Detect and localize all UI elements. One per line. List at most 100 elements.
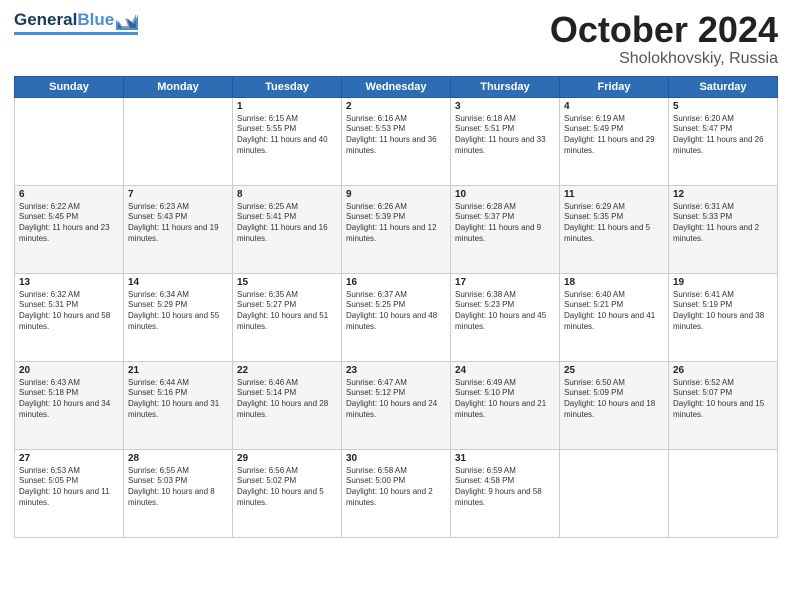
daylight-text: Daylight: 11 hours and 23 minutes. xyxy=(19,223,119,245)
daylight-text: Daylight: 11 hours and 29 minutes. xyxy=(564,135,664,157)
table-row xyxy=(15,97,124,185)
day-number: 24 xyxy=(455,365,555,376)
day-number: 7 xyxy=(128,189,228,200)
daylight-text: Daylight: 11 hours and 26 minutes. xyxy=(673,135,773,157)
table-row: 10Sunrise: 6:28 AMSunset: 5:37 PMDayligh… xyxy=(451,185,560,273)
col-tuesday: Tuesday xyxy=(233,76,342,97)
sunset-text: Sunset: 5:23 PM xyxy=(455,300,555,311)
daylight-text: Daylight: 11 hours and 16 minutes. xyxy=(237,223,337,245)
day-number: 27 xyxy=(19,453,119,464)
sunrise-text: Sunrise: 6:16 AM xyxy=(346,114,446,125)
day-info: Sunrise: 6:55 AMSunset: 5:03 PMDaylight:… xyxy=(128,466,228,509)
day-number: 10 xyxy=(455,189,555,200)
sunset-text: Sunset: 5:18 PM xyxy=(19,388,119,399)
day-info: Sunrise: 6:25 AMSunset: 5:41 PMDaylight:… xyxy=(237,202,337,245)
col-friday: Friday xyxy=(560,76,669,97)
table-row: 21Sunrise: 6:44 AMSunset: 5:16 PMDayligh… xyxy=(124,361,233,449)
sunrise-text: Sunrise: 6:40 AM xyxy=(564,290,664,301)
sunrise-text: Sunrise: 6:52 AM xyxy=(673,378,773,389)
day-number: 13 xyxy=(19,277,119,288)
day-number: 29 xyxy=(237,453,337,464)
day-number: 16 xyxy=(346,277,446,288)
sunset-text: Sunset: 5:00 PM xyxy=(346,476,446,487)
day-info: Sunrise: 6:37 AMSunset: 5:25 PMDaylight:… xyxy=(346,290,446,333)
sunset-text: Sunset: 5:49 PM xyxy=(564,124,664,135)
calendar-body: 1 Sunrise: 6:15 AMSunset: 5:55 PM Daylight… xyxy=(15,97,778,537)
day-info: Sunrise: 6:22 AMSunset: 5:45 PMDaylight:… xyxy=(19,202,119,245)
daylight-text: Daylight: 11 hours and 5 minutes. xyxy=(564,223,664,245)
sunrise-text: Sunrise: 6:38 AM xyxy=(455,290,555,301)
day-number: 2 xyxy=(346,101,446,112)
day-info: Sunrise: 6:20 AMSunset: 5:47 PMDaylight:… xyxy=(673,114,773,157)
sunset-text: Sunset: 5:10 PM xyxy=(455,388,555,399)
table-row: 5 Sunrise: 6:20 AMSunset: 5:47 PMDaylight… xyxy=(669,97,778,185)
header: General Blue October 2024 Sholokhovskiy,… xyxy=(14,10,778,68)
table-row xyxy=(560,449,669,537)
logo: General Blue xyxy=(14,10,138,35)
table-row: 15Sunrise: 6:35 AMSunset: 5:27 PMDayligh… xyxy=(233,273,342,361)
table-row: 4Sunrise: 6:19 AMSunset: 5:49 PMDaylight… xyxy=(560,97,669,185)
sunset-text: Sunset: 5:43 PM xyxy=(128,212,228,223)
sunset-text: Sunset: 5:21 PM xyxy=(564,300,664,311)
day-info: Sunrise: 6:56 AMSunset: 5:02 PMDaylight:… xyxy=(237,466,337,509)
table-row: 25Sunrise: 6:50 AMSunset: 5:09 PMDayligh… xyxy=(560,361,669,449)
table-row: 2 Sunrise: 6:16 AMSunset: 5:53 PMDaylight… xyxy=(342,97,451,185)
day-info: Sunrise: 6:38 AMSunset: 5:23 PMDaylight:… xyxy=(455,290,555,333)
sunset-text: Sunset: 5:19 PM xyxy=(673,300,773,311)
calendar-header: Sunday Monday Tuesday Wednesday Thursday… xyxy=(15,76,778,97)
day-info: Sunrise: 6:46 AMSunset: 5:14 PMDaylight:… xyxy=(237,378,337,421)
logo-icon xyxy=(116,10,138,30)
daylight-text: Daylight: 10 hours and 15 minutes. xyxy=(673,399,773,421)
day-number: 23 xyxy=(346,365,446,376)
sunset-text: Sunset: 5:47 PM xyxy=(673,124,773,135)
sunset-text: Sunset: 5:25 PM xyxy=(346,300,446,311)
sunset-text: Sunset: 5:07 PM xyxy=(673,388,773,399)
sunrise-text: Sunrise: 6:32 AM xyxy=(19,290,119,301)
sunrise-text: Sunrise: 6:55 AM xyxy=(128,466,228,477)
daylight-text: Daylight: 10 hours and 2 minutes. xyxy=(346,487,446,509)
calendar-week-4: 20 Sunrise: 6:43 AMSunset: 5:18 PMDayligh… xyxy=(15,361,778,449)
day-info: Sunrise: 6:49 AMSunset: 5:10 PMDaylight:… xyxy=(455,378,555,421)
day-number: 20 xyxy=(19,365,119,376)
sunrise-text: Sunrise: 6:25 AM xyxy=(237,202,337,213)
table-row: 29 Sunrise: 6:56 AMSunset: 5:02 PMDayligh… xyxy=(233,449,342,537)
day-info: Sunrise: 6:16 AMSunset: 5:53 PMDaylight:… xyxy=(346,114,446,157)
day-number: 1 xyxy=(237,101,337,112)
table-row: 30Sunrise: 6:58 AMSunset: 5:00 PMDayligh… xyxy=(342,449,451,537)
day-number: 5 xyxy=(673,101,773,112)
calendar-week-1: 1 Sunrise: 6:15 AMSunset: 5:55 PM Daylight… xyxy=(15,97,778,185)
table-row: 16 Sunrise: 6:37 AMSunset: 5:25 PMDayligh… xyxy=(342,273,451,361)
sunrise-text: Sunrise: 6:41 AM xyxy=(673,290,773,301)
daylight-text: Daylight: 10 hours and 5 minutes. xyxy=(237,487,337,509)
day-number: 21 xyxy=(128,365,228,376)
day-info: Sunrise: 6:34 AMSunset: 5:29 PMDaylight:… xyxy=(128,290,228,333)
table-row: 23 Sunrise: 6:47 AMSunset: 5:12 PMDayligh… xyxy=(342,361,451,449)
day-info: Sunrise: 6:29 AMSunset: 5:35 PMDaylight:… xyxy=(564,202,664,245)
daylight-text: Daylight: 11 hours and 19 minutes. xyxy=(128,223,228,245)
table-row: 7Sunrise: 6:23 AMSunset: 5:43 PMDaylight… xyxy=(124,185,233,273)
sunset-text: Sunset: 5:55 PM xyxy=(237,124,337,135)
sunrise-text: Sunrise: 6:34 AM xyxy=(128,290,228,301)
table-row: 26Sunrise: 6:52 AMSunset: 5:07 PMDayligh… xyxy=(669,361,778,449)
day-info: Sunrise: 6:43 AMSunset: 5:18 PMDaylight:… xyxy=(19,378,119,421)
sunrise-text: Sunrise: 6:53 AM xyxy=(19,466,119,477)
sunset-text: Sunset: 5:03 PM xyxy=(128,476,228,487)
calendar-subtitle: Sholokhovskiy, Russia xyxy=(550,50,778,68)
table-row: 14Sunrise: 6:34 AMSunset: 5:29 PMDayligh… xyxy=(124,273,233,361)
logo-blue-text: Blue xyxy=(77,10,114,30)
sunset-text: Sunset: 5:41 PM xyxy=(237,212,337,223)
table-row: 8Sunrise: 6:25 AMSunset: 5:41 PMDaylight… xyxy=(233,185,342,273)
sunset-text: Sunset: 5:51 PM xyxy=(455,124,555,135)
table-row: 27 Sunrise: 6:53 AMSunset: 5:05 PMDayligh… xyxy=(15,449,124,537)
day-number: 19 xyxy=(673,277,773,288)
sunrise-text: Sunrise: 6:44 AM xyxy=(128,378,228,389)
daylight-text: Daylight: 10 hours and 28 minutes. xyxy=(237,399,337,421)
table-row: 13Sunrise: 6:32 AMSunset: 5:31 PMDayligh… xyxy=(15,273,124,361)
day-info: Sunrise: 6:47 AMSunset: 5:12 PMDaylight:… xyxy=(346,378,446,421)
daylight-text: Daylight: 10 hours and 58 minutes. xyxy=(19,311,119,333)
sunrise-text: Sunrise: 6:15 AM xyxy=(237,114,337,125)
day-info: Sunrise: 6:53 AMSunset: 5:05 PMDaylight:… xyxy=(19,466,119,509)
col-sunday: Sunday xyxy=(15,76,124,97)
daylight-text: Daylight: 11 hours and 2 minutes. xyxy=(673,223,773,245)
day-number: 4 xyxy=(564,101,664,112)
